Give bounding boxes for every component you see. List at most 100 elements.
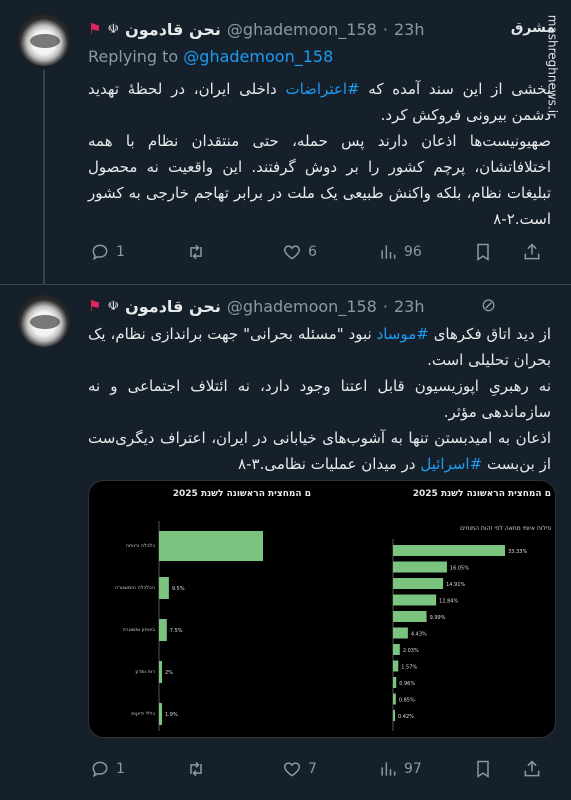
reply-icon <box>92 761 108 778</box>
chart-left-svg: כלכלה ורווחה הכלכלה והמשטרה 9.5% ביטחון ומש… <box>115 521 263 731</box>
chart-bar <box>393 545 505 556</box>
display-name[interactable]: نحن قادمون <box>125 297 221 316</box>
chart-bar <box>159 703 162 725</box>
chart-data-label: 2.03% <box>403 648 419 654</box>
bookmark-button[interactable] <box>473 242 493 262</box>
text-part: بخشی از این سند آمده که <box>359 80 551 98</box>
chart-data-label: 16.05% <box>450 566 469 572</box>
heart-icon <box>283 245 301 260</box>
chart-data-label: 0.42% <box>398 714 414 720</box>
hashtag-link[interactable]: #اعتراضات <box>285 80 359 98</box>
replying-mention[interactable]: @ghademoon_158 <box>183 47 333 66</box>
chart-category-label: ביטחון ומשטרה <box>123 627 156 633</box>
chart-data-label: 2% <box>165 670 173 676</box>
text-part: در میدان عملیات نظامی.۳-۸ <box>238 455 421 473</box>
reply-icon <box>92 244 108 261</box>
chart-bar <box>393 677 397 688</box>
like-button[interactable]: 7 <box>282 759 317 779</box>
action-bar: 1 7 97 <box>88 759 551 783</box>
emblem-icon: ☫ <box>107 298 120 314</box>
flag-icon: ⚑ <box>88 20 102 38</box>
chart-category-label: הכלכלה והמשטרה <box>115 585 155 591</box>
tweet-1[interactable]: ⚑ ☫ نحن قادمون @ghademoon_158 · 23h Repl… <box>0 0 571 285</box>
emblem-icon: ☫ <box>107 21 120 37</box>
chart-data-label: 14.91% <box>446 582 465 588</box>
replying-label: Replying to <box>88 47 179 66</box>
views-button[interactable]: 97 <box>378 759 422 779</box>
reply-button[interactable]: 1 <box>90 759 125 779</box>
chart-bar <box>393 693 396 705</box>
retweet-icon <box>190 761 202 777</box>
views-icon <box>381 762 396 776</box>
reply-count: 1 <box>116 244 125 260</box>
chart-panel-left: ם המחצית הראשונה לשנת 2025 כלכלה ורווחה ה… <box>89 481 317 737</box>
views-button[interactable]: 96 <box>378 242 422 262</box>
timestamp[interactable]: 23h <box>394 20 425 39</box>
tweet-header: ⚑ ☫ نحن قادمون @ghademoon_158 · 23h <box>88 18 511 40</box>
thread-line <box>43 70 45 285</box>
like-count: 6 <box>308 244 317 260</box>
chart-bar <box>159 619 167 641</box>
tweet-header: ⚑ ☫ نحن قادمون @ghademoon_158 · 23h <box>88 295 511 317</box>
tweet-text: از دید اتاق فکرهای #موساد نبود "مسئله بح… <box>88 321 551 477</box>
chart-data-label: 1.57% <box>401 665 417 671</box>
share-icon <box>524 243 540 260</box>
action-bar: 1 6 96 <box>88 242 551 266</box>
view-count: 97 <box>404 761 422 777</box>
chart-data-label: 0.96% <box>399 681 415 687</box>
hashtag-link[interactable]: #اسرائیل <box>420 455 482 473</box>
tweet-2[interactable]: ⚑ ☫ نحن قادمون @ghademoon_158 · 23h ⊘ از… <box>0 285 571 800</box>
replying-to: Replying to @ghademoon_158 <box>88 47 333 66</box>
bookmark-icon <box>477 243 489 261</box>
chart-data-label: 1.9% <box>165 712 178 718</box>
chart-bar <box>159 531 263 561</box>
heart-icon <box>283 762 301 777</box>
chart-bar <box>393 594 437 606</box>
media-image[interactable]: ם המחצית הראשונה לשנת 2025 כלכלה ורווחה ה… <box>88 480 556 738</box>
reply-button[interactable]: 1 <box>90 242 125 262</box>
view-count: 96 <box>404 244 422 260</box>
separator-dot: · <box>382 296 388 316</box>
bookmark-button[interactable] <box>473 759 493 779</box>
timestamp[interactable]: 23h <box>394 297 425 316</box>
handle[interactable]: @ghademoon_158 <box>227 20 377 39</box>
chart-data-label: 12.84% <box>439 599 458 605</box>
display-name[interactable]: نحن قادمون <box>125 20 221 39</box>
chart-category-label: רוח ומדע <box>135 669 155 675</box>
handle[interactable]: @ghademoon_158 <box>227 297 377 316</box>
text-part: از دید اتاق فکرهای <box>428 325 552 343</box>
chart-bar <box>393 611 427 622</box>
retweet-button[interactable] <box>186 242 206 262</box>
text-part: صهیونیست‌ها اذعان دارند پس حمله، حتی منت… <box>88 132 551 228</box>
reply-count: 1 <box>116 761 125 777</box>
chart-bar <box>393 644 400 655</box>
chart-data-label: 7.5% <box>170 628 183 634</box>
chart-bar <box>393 660 399 672</box>
views-icon <box>381 245 396 259</box>
chart-panel-right: ם המחצית הראשונה לשנת 2025 פילוח איומי מ… <box>321 481 555 737</box>
flag-icon: ⚑ <box>88 297 102 315</box>
share-button[interactable] <box>522 759 542 779</box>
retweet-button[interactable] <box>186 759 206 779</box>
chart-data-label: 9.99% <box>430 615 446 621</box>
chart-data-label: 0.85% <box>399 698 415 704</box>
retweet-icon <box>190 244 202 260</box>
bookmark-icon <box>477 760 489 778</box>
chart-data-label: 33.33% <box>508 549 527 555</box>
chart-bar <box>159 661 162 683</box>
grok-icon[interactable]: ⊘ <box>481 295 501 316</box>
separator-dot: · <box>382 19 388 39</box>
share-icon <box>524 760 540 777</box>
chart-bar <box>159 577 169 599</box>
avatar[interactable] <box>18 14 70 66</box>
chart-right-svg: 33.33% 16.05% 14.91% 12.84% 9.99% 4.43% 2.03% 1… <box>392 539 527 731</box>
share-button[interactable] <box>522 242 542 262</box>
avatar[interactable] <box>18 295 70 347</box>
tweet-text: بخشی از این سند آمده که #اعتراضات داخلی … <box>88 76 551 232</box>
hashtag-link[interactable]: #موساد <box>377 325 429 343</box>
like-button[interactable]: 6 <box>282 242 317 262</box>
like-count: 7 <box>308 761 317 777</box>
chart-data-label: 9.5% <box>172 586 185 592</box>
text-part: نه رهبریِ اپوزیسیون قابل اعتنا وجود دارد… <box>88 377 551 421</box>
chart-data-label: 4.43% <box>411 632 427 638</box>
